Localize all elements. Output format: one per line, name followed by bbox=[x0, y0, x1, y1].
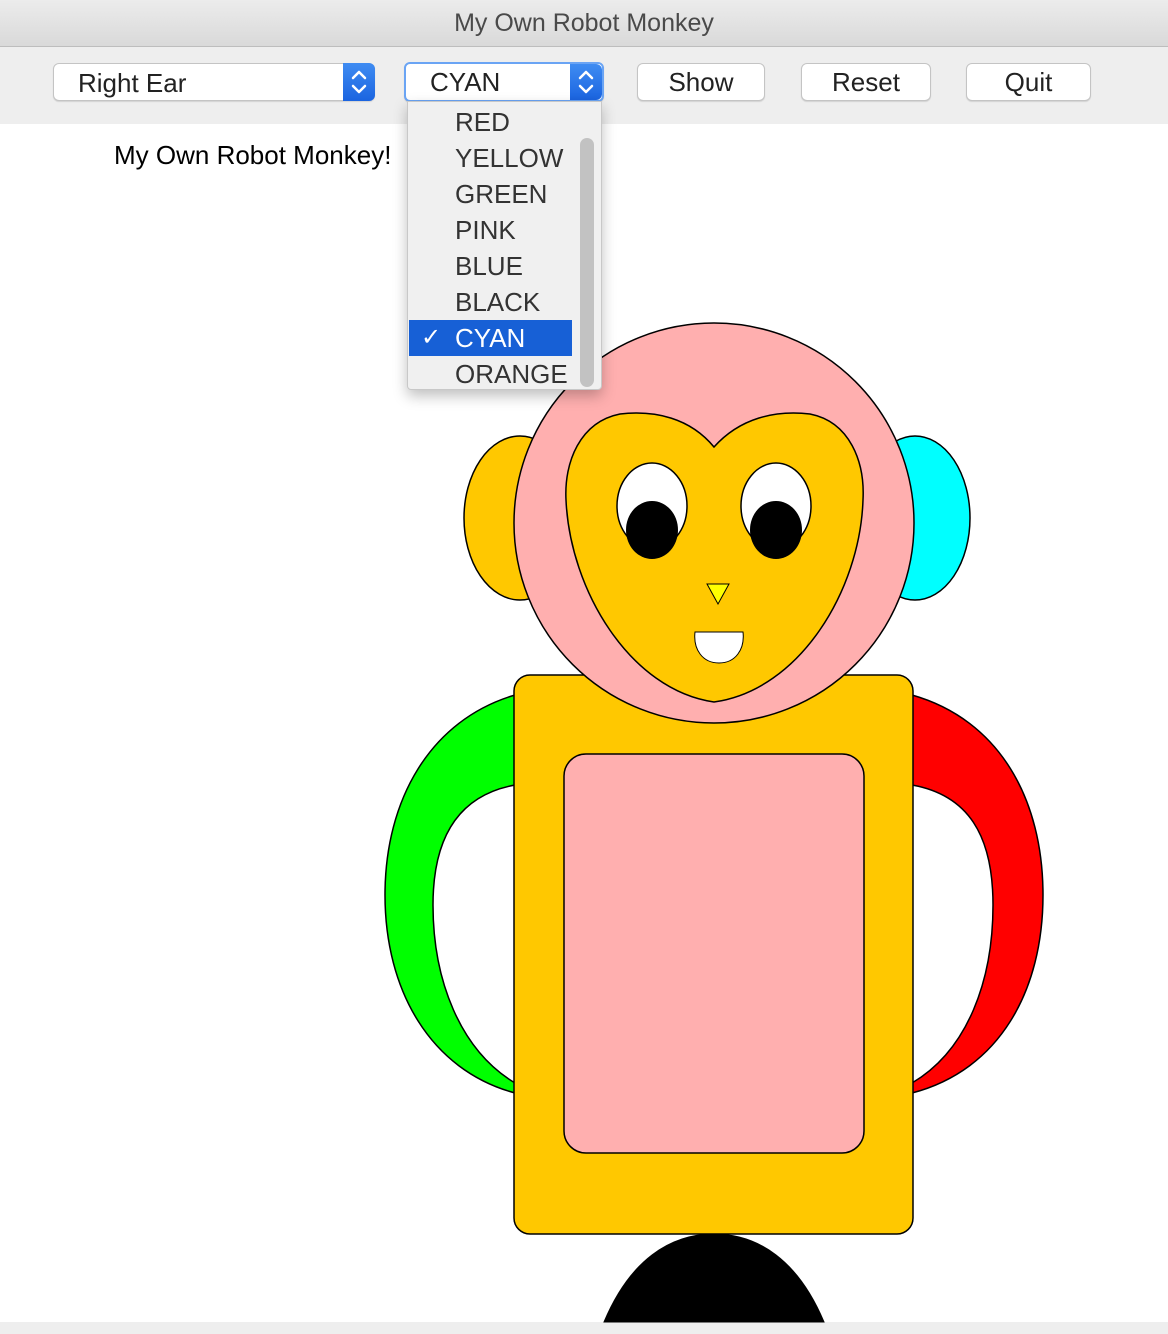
dropdown-option-orange[interactable]: ORANGE bbox=[409, 356, 572, 392]
left-arm bbox=[384, 693, 516, 1094]
dropdown-option-red[interactable]: RED bbox=[409, 104, 572, 140]
dropdown-option-label: ORANGE bbox=[455, 359, 568, 389]
dropdown-scrollbar[interactable] bbox=[580, 138, 594, 387]
dropdown-option-label: PINK bbox=[455, 215, 516, 245]
dropdown-option-label: YELLOW bbox=[455, 143, 564, 173]
dropdown-option-label: RED bbox=[455, 107, 510, 137]
dropdown-option-label: BLUE bbox=[455, 251, 523, 281]
dropdown-option-label: BLACK bbox=[455, 287, 541, 317]
right-arm bbox=[911, 694, 1044, 1094]
color-dropdown-menu: RED YELLOW GREEN PINK BLUE BLACK ✓ CYAN ORANGE bbox=[407, 101, 602, 390]
belly bbox=[563, 753, 865, 1154]
base bbox=[603, 1233, 825, 1323]
dropdown-option-black[interactable]: BLACK bbox=[409, 284, 572, 320]
dropdown-option-label: GREEN bbox=[455, 179, 548, 209]
dropdown-option-yellow[interactable]: YELLOW bbox=[409, 140, 572, 176]
dropdown-option-blue[interactable]: BLUE bbox=[409, 248, 572, 284]
dropdown-option-cyan[interactable]: ✓ CYAN bbox=[409, 320, 572, 356]
dropdown-option-green[interactable]: GREEN bbox=[409, 176, 572, 212]
left-pupil bbox=[626, 501, 678, 559]
right-pupil bbox=[750, 501, 802, 559]
checkmark-icon: ✓ bbox=[421, 324, 442, 351]
dropdown-option-pink[interactable]: PINK bbox=[409, 212, 572, 248]
dropdown-option-label: CYAN bbox=[455, 323, 526, 353]
